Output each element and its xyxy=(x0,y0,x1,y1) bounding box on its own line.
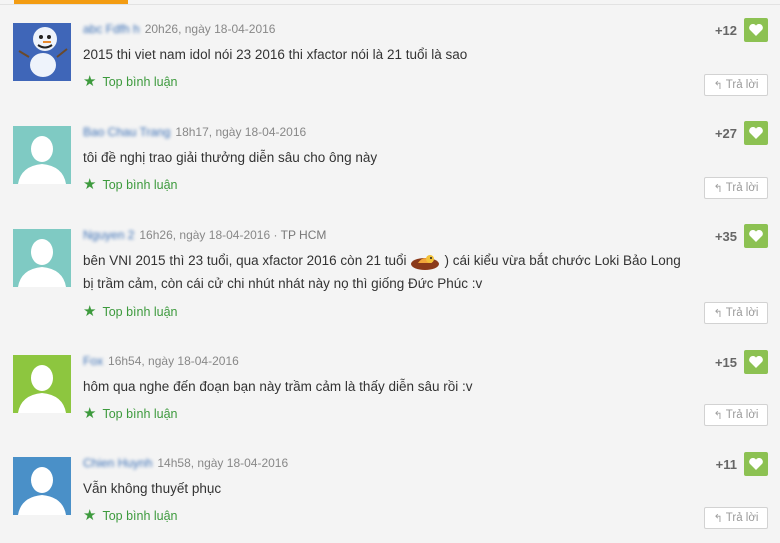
comment-item: Bao Chau Trang 18h17, ngày 18-04-2016 tôi… xyxy=(0,108,780,212)
like-button[interactable] xyxy=(744,350,768,374)
comment-meta: Bao Chau Trang 18h17, ngày 18-04-2016 xyxy=(83,125,306,139)
vote-count: +15 xyxy=(714,355,737,370)
avatar[interactable] xyxy=(13,23,71,81)
username[interactable]: Bao Chau Trang xyxy=(83,125,170,139)
vote-count: +12 xyxy=(714,23,737,38)
heart-icon xyxy=(749,23,763,36)
comment-meta: abc Fdfh h 20h26, ngày 18-04-2016 xyxy=(83,22,275,36)
reply-label: Trả lời xyxy=(725,409,759,421)
comment-meta: Fox 16h54, ngày 18-04-2016 xyxy=(83,354,239,368)
top-comment-label: Top bình luận xyxy=(102,304,178,319)
default-user-avatar-icon xyxy=(13,126,71,184)
comment-text: tôi đề nghị trao giải thưởng diễn sâu ch… xyxy=(83,150,378,165)
star-icon: ★ xyxy=(83,405,97,422)
like-button[interactable] xyxy=(744,18,768,42)
username[interactable]: Nguyen 2 xyxy=(83,228,134,242)
reply-icon: ↰ xyxy=(713,512,723,525)
reply-button[interactable]: ↰ Trả lời xyxy=(704,74,768,96)
reply-label: Trả lời xyxy=(725,307,759,319)
timestamp: 18h17, ngày 18-04-2016 xyxy=(175,125,307,139)
reply-icon: ↰ xyxy=(713,409,723,422)
comment-meta: Chien Huynh 14h58, ngày 18-04-2016 xyxy=(83,456,288,470)
top-comment-badge: ★ Top bình luận xyxy=(83,406,178,421)
vote-count: +27 xyxy=(714,126,737,141)
default-user-avatar-icon xyxy=(13,457,71,515)
comment-item: Nguyen 2 16h26, ngày 18-04-2016 · TP HCM … xyxy=(0,211,780,338)
reply-button[interactable]: ↰ Trả lời xyxy=(704,177,768,199)
top-comment-badge: ★ Top bình luận xyxy=(83,177,178,192)
reply-icon: ↰ xyxy=(713,79,723,92)
top-comment-label: Top bình luận xyxy=(102,177,178,192)
like-button[interactable] xyxy=(744,452,768,476)
top-comment-badge: ★ Top bình luận xyxy=(83,304,178,319)
reply-icon: ↰ xyxy=(713,182,723,195)
heart-icon xyxy=(749,355,763,368)
snowman-avatar-icon xyxy=(13,23,71,81)
comment-text: 2015 thi viet nam idol nói 23 2016 thi x… xyxy=(83,47,468,62)
avatar[interactable] xyxy=(13,229,71,287)
reply-button[interactable]: ↰ Trả lời xyxy=(704,507,768,529)
comment-item: Fox 16h54, ngày 18-04-2016 hôm qua nghe đ… xyxy=(0,337,780,440)
comment-text: bên VNI 2015 thì 23 tuổi, qua xfactor 20… xyxy=(83,251,681,291)
reply-button[interactable]: ↰ Trả lời xyxy=(704,404,768,426)
avatar[interactable] xyxy=(13,457,71,515)
username[interactable]: abc Fdfh h xyxy=(83,22,140,36)
reply-button[interactable]: ↰ Trả lời xyxy=(704,302,768,324)
comment-item: Chien Huynh 14h58, ngày 18-04-2016 Vẫn kh… xyxy=(0,439,780,543)
star-icon: ★ xyxy=(83,303,97,320)
username[interactable]: Fox xyxy=(83,354,103,368)
comment-item: abc Fdfh h 20h26, ngày 18-04-2016 2015 th… xyxy=(0,5,780,109)
top-comment-badge: ★ Top bình luận xyxy=(83,508,178,523)
heart-icon xyxy=(749,457,763,470)
comment-meta: Nguyen 2 16h26, ngày 18-04-2016 · TP HCM xyxy=(83,228,327,242)
top-comment-label: Top bình luận xyxy=(102,508,178,523)
heart-icon xyxy=(749,229,763,242)
reply-label: Trả lời xyxy=(725,512,759,524)
top-comment-label: Top bình luận xyxy=(102,406,178,421)
location: TP HCM xyxy=(280,228,327,242)
vote-count: +35 xyxy=(714,229,737,244)
emoticon-icon xyxy=(408,251,442,271)
default-user-avatar-icon xyxy=(13,355,71,413)
timestamp: 14h58, ngày 18-04-2016 xyxy=(157,456,289,470)
reply-label: Trả lời xyxy=(725,79,759,91)
star-icon: ★ xyxy=(83,176,97,193)
default-user-avatar-icon xyxy=(13,229,71,287)
timestamp: 16h54, ngày 18-04-2016 xyxy=(108,354,239,368)
avatar[interactable] xyxy=(13,355,71,413)
reply-label: Trả lời xyxy=(725,182,759,194)
top-comment-badge: ★ Top bình luận xyxy=(83,74,178,89)
like-button[interactable] xyxy=(744,121,768,145)
avatar[interactable] xyxy=(13,126,71,184)
star-icon: ★ xyxy=(83,507,97,524)
timestamp: 16h26, ngày 18-04-2016 xyxy=(139,228,271,242)
username[interactable]: Chien Huynh xyxy=(83,456,152,470)
reply-icon: ↰ xyxy=(713,307,723,320)
heart-icon xyxy=(749,126,763,139)
star-icon: ★ xyxy=(83,73,97,90)
comment-text: hôm qua nghe đến đoạn bạn này trầm cảm l… xyxy=(83,379,473,394)
top-comment-label: Top bình luận xyxy=(102,74,178,89)
vote-count: +11 xyxy=(715,457,737,472)
like-button[interactable] xyxy=(744,224,768,248)
timestamp: 20h26, ngày 18-04-2016 xyxy=(144,22,276,36)
comment-text: Vẫn không thuyết phục xyxy=(83,481,222,496)
